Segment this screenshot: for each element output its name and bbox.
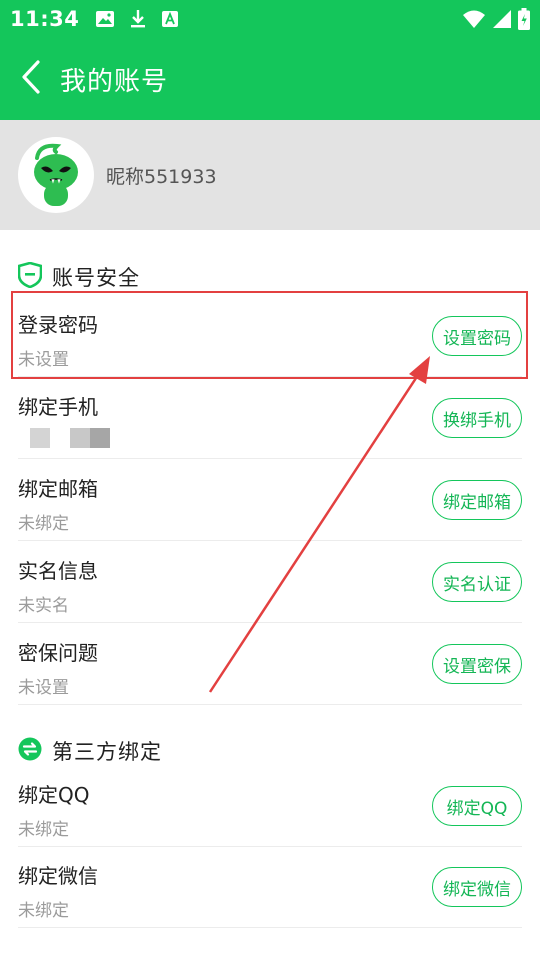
row-subtitle: 未绑定 [18, 514, 69, 534]
row-login-password: 登录密码 未设置 设置密码 [18, 295, 522, 377]
section-title: 账号安全 [52, 266, 140, 290]
nickname: 昵称551933 [106, 165, 217, 188]
bind-email-button[interactable]: 绑定邮箱 [432, 480, 522, 520]
status-time: 11:34 [10, 7, 80, 31]
row-subtitle: 未设置 [18, 350, 69, 370]
profile-card[interactable]: 昵称551933 [0, 120, 540, 230]
row-bind-wechat: 绑定微信 未绑定 绑定微信 [18, 846, 522, 928]
bind-qq-button[interactable]: 绑定QQ [432, 786, 522, 826]
row-real-name: 实名信息 未实名 实名认证 [18, 541, 522, 623]
font-icon [161, 10, 179, 28]
section-third-party: 第三方绑定 [18, 736, 162, 766]
set-password-button[interactable]: 设置密码 [432, 316, 522, 356]
status-bar: 11:34 [0, 0, 540, 38]
bind-wechat-button[interactable]: 绑定微信 [432, 867, 522, 907]
real-name-verify-button[interactable]: 实名认证 [432, 562, 522, 602]
row-bind-qq: 绑定QQ 未绑定 绑定QQ [18, 765, 522, 847]
row-title: 登录密码 [18, 313, 98, 337]
back-button[interactable] [2, 38, 60, 120]
row-title: 实名信息 [18, 559, 98, 583]
row-subtitle: 未绑定 [18, 820, 69, 840]
section-title: 第三方绑定 [52, 740, 162, 764]
row-bind-phone: 绑定手机 换绑手机 [18, 377, 522, 459]
shield-icon [17, 261, 43, 292]
change-phone-button[interactable]: 换绑手机 [432, 398, 522, 438]
battery-icon [518, 8, 530, 30]
alien-avatar-icon [23, 140, 89, 210]
row-title: 绑定手机 [18, 395, 98, 419]
image-icon [95, 10, 115, 28]
row-bind-email: 绑定邮箱 未绑定 绑定邮箱 [18, 459, 522, 541]
swap-circle-icon [18, 737, 42, 765]
row-title: 密保问题 [18, 641, 98, 665]
page-title: 我的账号 [60, 66, 169, 97]
section-account-security: 账号安全 [17, 261, 140, 292]
app-header: 我的账号 [0, 38, 540, 120]
row-title: 绑定QQ [18, 783, 90, 807]
row-subtitle: 未绑定 [18, 901, 69, 921]
row-title: 绑定邮箱 [18, 477, 98, 501]
row-title: 绑定微信 [18, 864, 98, 888]
set-security-question-button[interactable]: 设置密保 [432, 644, 522, 684]
wifi-icon [462, 9, 486, 29]
masked-phone-number [30, 428, 110, 448]
download-icon [129, 9, 147, 29]
row-subtitle: 未实名 [18, 596, 69, 616]
account-page: 11:34 我的账号 昵称551933 账号安全 登录密码 未设置 设置密码 绑… [0, 0, 540, 960]
back-arrow-icon [20, 60, 42, 98]
row-security-question: 密保问题 未设置 设置密保 [18, 623, 522, 705]
signal-icon [492, 9, 512, 29]
row-subtitle: 未设置 [18, 678, 69, 698]
avatar[interactable] [18, 137, 94, 213]
